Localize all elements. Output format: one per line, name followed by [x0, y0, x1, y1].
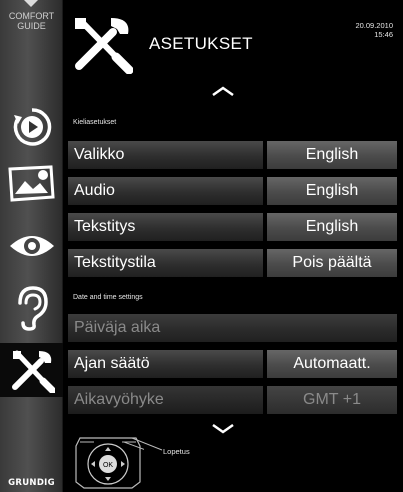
sidebar: COMFORT GUIDE GRUNDIG — [0, 0, 63, 492]
comfort-guide[interactable]: COMFORT GUIDE — [0, 0, 63, 38]
picture-icon — [7, 165, 55, 202]
settings-tools-icon — [71, 14, 134, 79]
setting-row-timezone[interactable]: Aikavyöhyke GMT +1 — [68, 386, 397, 414]
setting-row-menu-language[interactable]: Valikko English — [68, 141, 397, 169]
sidebar-item-settings[interactable] — [0, 343, 63, 397]
chevron-up-icon[interactable] — [212, 86, 234, 96]
setting-row-time-adjust[interactable]: Ajan säätö Automaatt. — [68, 350, 397, 378]
section-label-datetime: Date and time settings — [73, 294, 143, 301]
setting-row-date-time[interactable]: Päiväja aika — [68, 314, 397, 342]
page-title: ASETUKSET — [149, 34, 253, 53]
sidebar-item-media[interactable] — [0, 102, 63, 152]
clock: 20.09.2010 15:46 — [355, 21, 393, 39]
setting-label: Tekstitys — [68, 213, 263, 241]
setting-value[interactable]: Pois päältä — [267, 249, 397, 277]
setting-value[interactable]: English — [267, 213, 397, 241]
ear-icon — [17, 286, 48, 331]
setting-row-subtitle-language[interactable]: Tekstitys English — [68, 213, 397, 241]
setting-label: Tekstitystila — [68, 249, 263, 277]
time-text: 15:46 — [374, 30, 393, 39]
date-text: 20.09.2010 — [355, 21, 393, 30]
setting-row-subtitle-mode[interactable]: Tekstitystila Pois päältä — [68, 249, 397, 277]
setting-label: Audio — [68, 177, 263, 205]
setting-label: Aikavyöhyke — [68, 386, 263, 414]
chevron-down-icon[interactable] — [212, 424, 234, 434]
ok-label: OK — [103, 462, 113, 469]
sidebar-item-image[interactable] — [0, 221, 63, 271]
sidebar-item-sound[interactable] — [0, 283, 63, 333]
setting-value[interactable]: English — [267, 177, 397, 205]
brand-logo: GRUNDIG — [8, 478, 55, 488]
sidebar-item-picture[interactable] — [0, 158, 63, 208]
setting-value[interactable]: Automaatt. — [267, 350, 397, 378]
section-label-language: Kieliasetukset — [73, 119, 117, 126]
pointer-line — [122, 437, 163, 451]
settings-tools-icon — [11, 350, 55, 393]
triangle-down-icon — [24, 0, 38, 7]
setting-value[interactable]: GMT +1 — [267, 386, 397, 414]
setting-label: Ajan säätö — [68, 350, 263, 378]
setting-label: Päiväja aika — [68, 314, 397, 342]
comfort-label: COMFORT — [8, 11, 55, 21]
setting-label: Valikko — [68, 141, 263, 169]
setting-row-audio-language[interactable]: Audio English — [68, 177, 397, 205]
eye-icon — [9, 236, 54, 256]
guide-label: GUIDE — [17, 21, 46, 31]
setting-value[interactable]: English — [267, 141, 397, 169]
exit-hint-label: Lopetus — [163, 447, 190, 456]
play-disc-icon — [13, 108, 51, 146]
